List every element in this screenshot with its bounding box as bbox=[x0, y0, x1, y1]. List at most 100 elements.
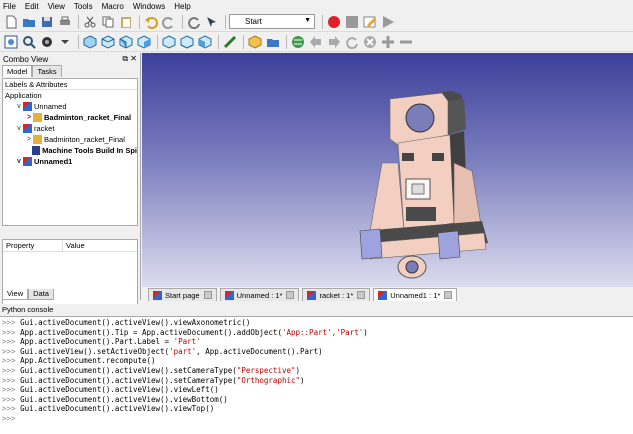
run-macro-icon[interactable] bbox=[380, 14, 396, 30]
fit-all-icon[interactable] bbox=[3, 34, 19, 50]
console-string: 'App::Part','Part' bbox=[281, 327, 364, 337]
zoom-out-icon[interactable] bbox=[398, 34, 414, 50]
view-rear-icon[interactable] bbox=[161, 34, 177, 50]
tree-item[interactable]: Application bbox=[3, 90, 137, 101]
console-line: >>> Gui.activeDocument().activeView().vi… bbox=[2, 395, 633, 405]
reload-icon[interactable] bbox=[344, 34, 360, 50]
menu-macro[interactable]: Macro bbox=[102, 2, 124, 11]
dock-close-icon[interactable]: ⧉ ✕ bbox=[122, 54, 137, 64]
tab-view[interactable]: View bbox=[2, 289, 29, 300]
back-arrow-icon[interactable] bbox=[308, 34, 324, 50]
undo-icon[interactable] bbox=[143, 14, 159, 30]
console-line: >>> Gui.activeDocument().activeView().se… bbox=[2, 376, 633, 386]
property-col-property: Property bbox=[3, 240, 63, 251]
stop-macro-icon[interactable] bbox=[344, 14, 360, 30]
save-icon[interactable] bbox=[39, 14, 55, 30]
draw-style-icon[interactable] bbox=[39, 34, 55, 50]
model-tree[interactable]: Labels & Attributes Application v Unnamed >… bbox=[2, 78, 138, 226]
console-line: >>> bbox=[2, 414, 633, 424]
menu-tools[interactable]: Tools bbox=[74, 2, 93, 11]
3d-view[interactable] bbox=[142, 53, 633, 287]
view-isometric-icon[interactable] bbox=[82, 34, 98, 50]
chevron-down-icon[interactable] bbox=[57, 34, 73, 50]
measure-distance-icon[interactable] bbox=[222, 34, 238, 50]
tab-model[interactable]: Model bbox=[2, 65, 33, 77]
menu-windows[interactable]: Windows bbox=[133, 2, 165, 11]
console-line: >>> App.activeDocument().Tip = App.activ… bbox=[2, 328, 633, 338]
create-group-icon[interactable] bbox=[265, 34, 281, 50]
menu-file[interactable]: File bbox=[3, 2, 16, 11]
open-folder-icon[interactable] bbox=[21, 14, 37, 30]
refresh-icon[interactable] bbox=[186, 14, 202, 30]
tree-item[interactable]: > Badminton_racket_Final bbox=[3, 112, 137, 123]
edit-macro-icon[interactable] bbox=[362, 14, 378, 30]
menu-edit[interactable]: Edit bbox=[25, 2, 39, 11]
document-tab[interactable]: racket : 1* bbox=[302, 288, 371, 301]
tab-data[interactable]: Data bbox=[28, 289, 54, 300]
tree-item-label: Unnamed bbox=[34, 102, 67, 111]
document-tabs: Start page Unnamed : 1* racket : 1* Unnamed… bbox=[142, 287, 633, 301]
tree-item[interactable]: v Unnamed bbox=[3, 101, 137, 112]
paste-icon[interactable] bbox=[118, 14, 134, 30]
copy-icon[interactable] bbox=[100, 14, 116, 30]
close-icon[interactable] bbox=[444, 291, 453, 299]
create-part-icon[interactable] bbox=[247, 34, 263, 50]
forward-arrow-icon[interactable] bbox=[326, 34, 342, 50]
zoom-in-icon[interactable] bbox=[380, 34, 396, 50]
console-code: App.activeDocument().Part.Label = bbox=[20, 337, 174, 347]
view-top-icon[interactable] bbox=[118, 34, 134, 50]
record-macro-icon[interactable] bbox=[326, 14, 342, 30]
view-front-icon[interactable] bbox=[100, 34, 116, 50]
menu-help[interactable]: Help bbox=[174, 2, 190, 11]
print-icon[interactable] bbox=[57, 14, 73, 30]
tree-item-label: Unnamed1 bbox=[34, 157, 73, 166]
tree-item-label: Badminton_racket_Final bbox=[44, 135, 125, 144]
close-icon[interactable] bbox=[286, 291, 295, 299]
cut-icon[interactable] bbox=[82, 14, 98, 30]
whats-this-icon[interactable] bbox=[204, 14, 220, 30]
document-icon bbox=[224, 290, 234, 300]
console-line: >>> Gui.activeDocument().activeView().vi… bbox=[2, 385, 633, 395]
tab-tasks[interactable]: Tasks bbox=[32, 65, 62, 77]
view-left-icon[interactable] bbox=[197, 34, 213, 50]
stop-loading-icon[interactable] bbox=[362, 34, 378, 50]
expand-arrow-icon[interactable]: v bbox=[15, 158, 23, 165]
document-tab[interactable]: Unnamed : 1* bbox=[219, 288, 300, 301]
collapse-arrow-icon[interactable]: > bbox=[25, 114, 33, 121]
chevron-down-icon: ▼ bbox=[304, 17, 311, 24]
menu-view[interactable]: View bbox=[48, 2, 65, 11]
tree-item[interactable]: v racket bbox=[3, 123, 137, 134]
document-icon bbox=[23, 157, 32, 166]
close-icon[interactable] bbox=[203, 291, 212, 299]
tree-item[interactable]: v Unnamed1 bbox=[3, 156, 137, 167]
console-prompt: >>> bbox=[2, 356, 21, 366]
part-icon bbox=[32, 146, 41, 155]
combo-view-title: Combo View bbox=[3, 54, 49, 64]
document-tab[interactable]: Unnamed1 : 1* bbox=[373, 288, 458, 301]
expand-arrow-icon[interactable]: v bbox=[15, 103, 23, 110]
combo-view-title-bar: Combo View ⧉ ✕ bbox=[0, 53, 140, 65]
property-header: Property Value bbox=[3, 240, 137, 252]
fit-selection-icon[interactable] bbox=[21, 34, 37, 50]
part-icon bbox=[33, 135, 42, 144]
document-tab[interactable]: Start page bbox=[148, 288, 217, 301]
console-prompt: >>> bbox=[2, 337, 21, 347]
new-document-icon[interactable] bbox=[3, 14, 19, 30]
console-line: >>> Gui.activeDocument().activeView().vi… bbox=[2, 318, 633, 328]
console-prompt: >>> bbox=[2, 327, 21, 337]
expand-arrow-icon[interactable]: v bbox=[15, 125, 23, 132]
view-right-icon[interactable] bbox=[136, 34, 152, 50]
property-col-value: Value bbox=[66, 241, 85, 250]
document-tab-label: Start page bbox=[165, 290, 200, 300]
tree-item[interactable]: Machine Tools Build In Spi bbox=[3, 145, 137, 156]
workbench-selector[interactable]: Start ▼ bbox=[229, 14, 315, 29]
python-console[interactable]: >>> Gui.activeDocument().activeView().vi… bbox=[0, 316, 633, 434]
document-icon bbox=[23, 124, 32, 133]
web-globe-icon[interactable] bbox=[290, 34, 306, 50]
collapse-arrow-icon[interactable]: > bbox=[25, 136, 33, 143]
close-icon[interactable] bbox=[357, 291, 366, 299]
tree-item[interactable]: > Badminton_racket_Final bbox=[3, 134, 137, 145]
redo-icon[interactable] bbox=[161, 14, 177, 30]
combo-view-panel: Combo View ⧉ ✕ Model Tasks Labels & Attr… bbox=[0, 53, 141, 341]
view-bottom-icon[interactable] bbox=[179, 34, 195, 50]
